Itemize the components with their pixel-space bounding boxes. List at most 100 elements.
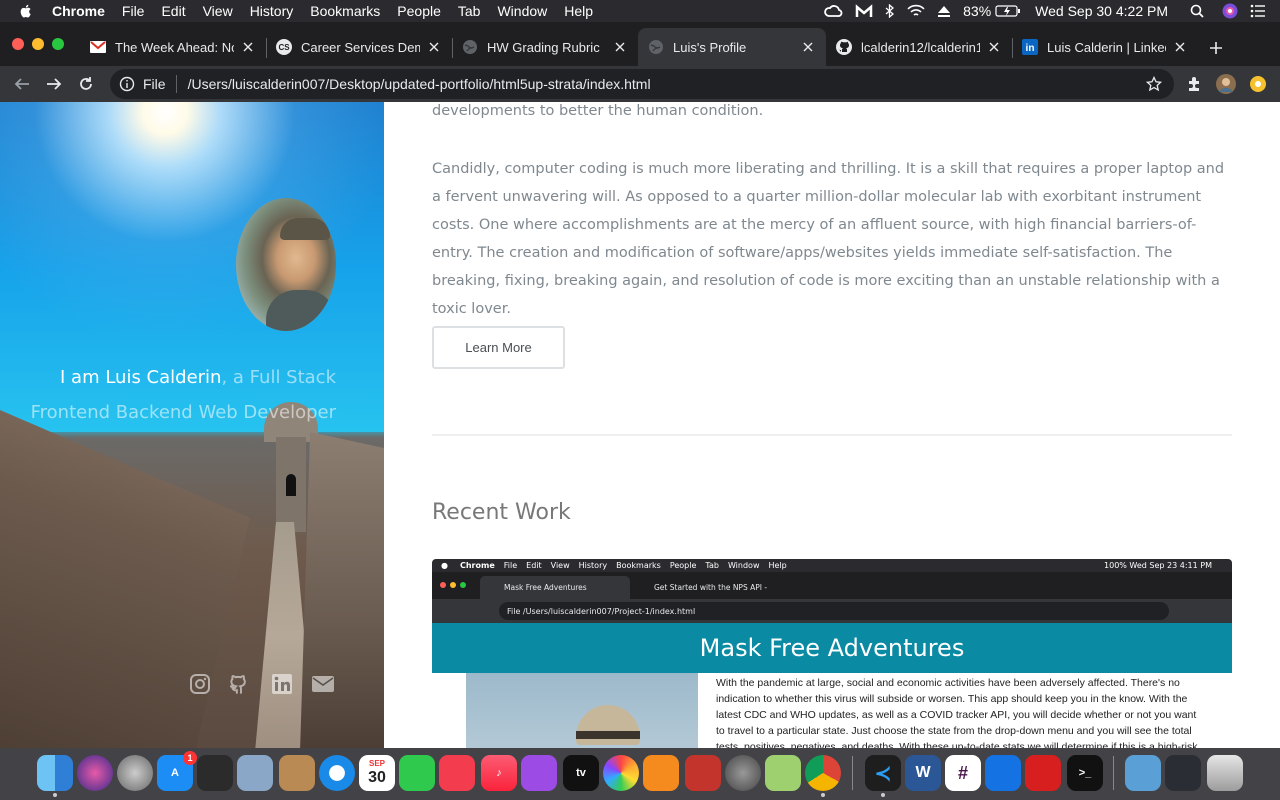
launchpad-icon[interactable]	[117, 755, 153, 791]
close-tab-icon[interactable]	[800, 39, 816, 55]
photo-booth-icon[interactable]	[685, 755, 721, 791]
xcode-icon[interactable]	[985, 755, 1021, 791]
tab-career-services[interactable]: CS Career Services Dem	[266, 28, 452, 66]
word-icon[interactable]: W	[905, 755, 941, 791]
back-button[interactable]	[10, 72, 34, 96]
close-tab-icon[interactable]	[240, 39, 256, 55]
menu-edit[interactable]: Edit	[161, 3, 185, 19]
creative-cloud-icon[interactable]	[823, 4, 843, 18]
maps-icon[interactable]	[765, 755, 801, 791]
trash-icon[interactable]	[1207, 755, 1243, 791]
wifi-icon[interactable]	[907, 4, 925, 18]
folder-icon[interactable]	[1125, 755, 1161, 791]
close-tab-icon[interactable]	[986, 39, 1002, 55]
menu-history[interactable]: History	[250, 3, 294, 19]
news-icon[interactable]	[439, 755, 475, 791]
new-tab-button[interactable]	[1204, 36, 1228, 60]
facetime-icon[interactable]	[399, 755, 435, 791]
browser-toolbar: File /Users/luiscalderin007/Desktop/upda…	[0, 66, 1280, 102]
tab-luis-profile[interactable]: Luis's Profile	[638, 28, 826, 66]
macos-menu-bar: Chrome File Edit View History Bookmarks …	[0, 0, 1280, 22]
project-screenshot[interactable]: ● Chrome File Edit View History Bookmark…	[432, 559, 1232, 748]
instagram-icon[interactable]	[188, 672, 212, 696]
tab-hw-grading[interactable]: HW Grading Rubric	[452, 28, 638, 66]
photos-icon[interactable]	[603, 755, 639, 791]
podcasts-icon[interactable]	[521, 755, 557, 791]
menu-bookmarks[interactable]: Bookmarks	[310, 3, 380, 19]
calendar-icon[interactable]: SEP 30	[359, 755, 395, 791]
thumb-menu-item: Bookmarks	[616, 561, 661, 570]
tower-doorway	[286, 474, 296, 496]
apple-tv-icon[interactable]: tv	[563, 755, 599, 791]
notification-center-icon[interactable]	[1250, 4, 1266, 18]
slack-icon[interactable]: #	[945, 755, 981, 791]
mail-stamp-icon[interactable]	[237, 755, 273, 791]
thumb-menu-item: Help	[768, 561, 787, 570]
acrobat-icon[interactable]	[1025, 755, 1061, 791]
zoom-window-button[interactable]	[52, 38, 64, 50]
apple-menu-icon[interactable]	[18, 3, 34, 19]
menu-tab[interactable]: Tab	[458, 3, 481, 19]
music-icon[interactable]: ♪	[481, 755, 517, 791]
cap-shape	[280, 218, 330, 240]
bookmark-star-icon[interactable]	[1146, 76, 1162, 92]
thumb-menu-item: Chrome	[459, 561, 495, 570]
linkedin-icon[interactable]	[270, 672, 294, 696]
close-window-button[interactable]	[12, 38, 24, 50]
menu-view[interactable]: View	[203, 3, 233, 19]
tab-linkedin[interactable]: in Luis Calderin | Linked	[1012, 28, 1198, 66]
section-divider	[432, 434, 1232, 436]
dock-divider	[852, 756, 853, 790]
close-tab-icon[interactable]	[612, 39, 628, 55]
chrome-dock-icon[interactable]	[805, 755, 841, 791]
thumb-menu-item: View	[550, 561, 570, 570]
screenshot-stack-icon[interactable]	[1165, 755, 1201, 791]
email-icon[interactable]	[311, 672, 335, 696]
profile-avatar[interactable]	[1214, 72, 1238, 96]
siri-icon[interactable]	[1222, 3, 1238, 19]
spotlight-search-icon[interactable]	[1190, 4, 1204, 18]
vscode-icon[interactable]: ≺	[865, 755, 901, 791]
tab-title: lcalderin12/lcalderin1	[861, 39, 980, 55]
svg-text:CS: CS	[278, 43, 290, 52]
menu-people[interactable]: People	[397, 3, 441, 19]
tab-github-repo[interactable]: lcalderin12/lcalderin1	[826, 28, 1012, 66]
minimize-window-button[interactable]	[32, 38, 44, 50]
finder-icon[interactable]	[37, 755, 73, 791]
menu-chrome[interactable]: Chrome	[52, 3, 105, 19]
bluetooth-icon[interactable]	[885, 4, 895, 18]
url-text[interactable]: /Users/luiscalderin007/Desktop/updated-p…	[188, 76, 651, 92]
books-icon[interactable]	[643, 755, 679, 791]
app-store-icon[interactable]: A1	[157, 751, 197, 791]
menu-file[interactable]: File	[122, 3, 145, 19]
battery-charging-icon[interactable]	[995, 4, 1021, 18]
forward-button[interactable]	[42, 72, 66, 96]
profile-avatar-photo	[236, 198, 336, 331]
malwarebytes-icon[interactable]	[855, 4, 873, 18]
reload-button[interactable]	[74, 72, 98, 96]
siri-dock-icon[interactable]	[77, 755, 113, 791]
close-tab-icon[interactable]	[426, 39, 442, 55]
terminal-icon[interactable]: >_	[1067, 755, 1103, 791]
system-preferences-icon[interactable]	[725, 755, 761, 791]
address-bar[interactable]: File /Users/luiscalderin007/Desktop/upda…	[110, 69, 1174, 99]
menu-help[interactable]: Help	[564, 3, 593, 19]
contacts-icon[interactable]	[279, 755, 315, 791]
tab-week-ahead[interactable]: The Week Ahead: No	[80, 28, 266, 66]
profile-sidebar: I am Luis Calderin, a Full Stack Fronten…	[0, 102, 384, 748]
safari-icon[interactable]	[319, 755, 355, 791]
github-icon[interactable]	[229, 672, 253, 696]
tab-title: The Week Ahead: No	[115, 39, 234, 55]
clock[interactable]: Wed Sep 30 4:22 PM	[1035, 3, 1168, 19]
airplay-icon[interactable]	[937, 4, 951, 18]
close-tab-icon[interactable]	[1172, 39, 1188, 55]
extensions-icon[interactable]	[1182, 72, 1206, 96]
tab-title: Career Services Dem	[301, 39, 420, 55]
tab-title: Luis's Profile	[673, 39, 747, 55]
thumb-tab-active: Mask Free Adventures	[480, 576, 630, 599]
update-chrome-icon[interactable]	[1246, 72, 1270, 96]
learn-more-button[interactable]: Learn More	[432, 326, 565, 369]
menu-window[interactable]: Window	[497, 3, 547, 19]
activity-monitor-icon[interactable]	[197, 755, 233, 791]
site-info-icon[interactable]	[119, 76, 135, 92]
